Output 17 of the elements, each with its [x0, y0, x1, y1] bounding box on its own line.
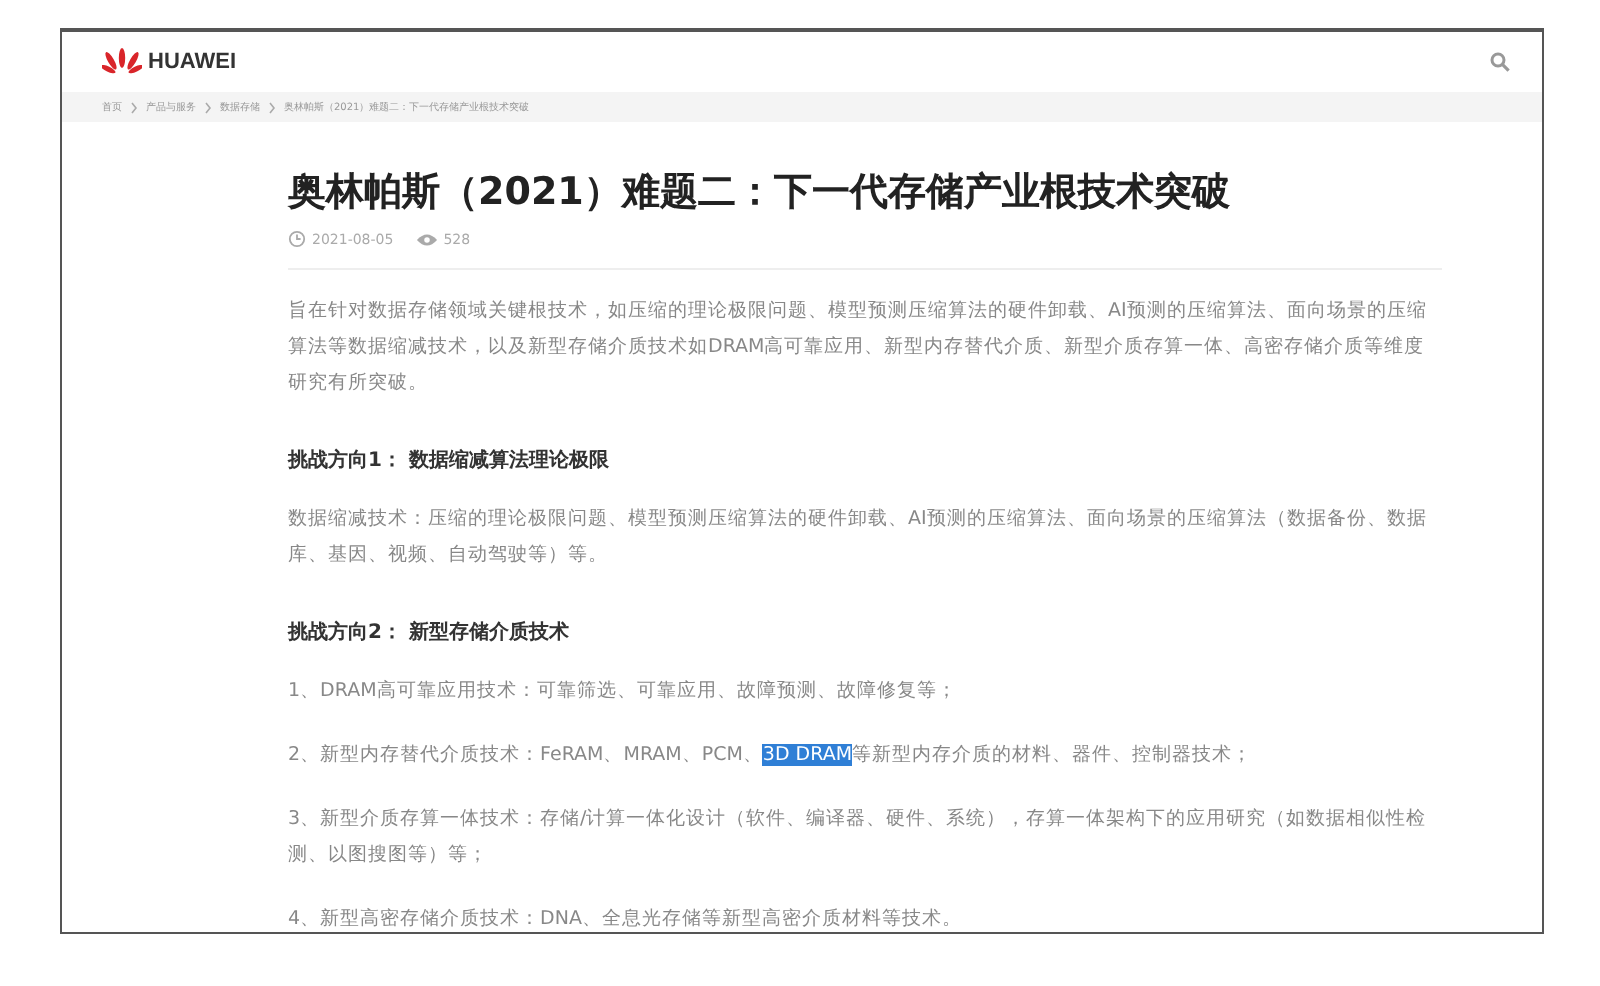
eye-icon	[415, 231, 438, 247]
paragraph: 3、新型介质存算一体技术：存储/计算一体化设计（软件、编译器、硬件、系统），存算一体架构下的应用研究（如数据相似性检测、以图搜图等）等；	[288, 806, 1429, 870]
clock-icon	[288, 230, 306, 248]
section-heading: 挑战方向1： 数据缩减算法理论极限	[288, 446, 611, 474]
flower-logo-icon	[102, 48, 142, 76]
paragraph: 2、新型内存替代介质技术：FeRAM、MRAM、PCM、3D DRAM等新型内存介质的材料、器件、控制器技术；	[288, 742, 1255, 770]
search-icon[interactable]	[1490, 52, 1510, 72]
chevron-icon	[130, 101, 138, 113]
chevron-icon	[204, 101, 212, 113]
article-title: 奥林帕斯（2021）难题二：下一代存储产业根技术突破	[288, 168, 1232, 218]
intro-paragraph: 旨在针对数据存储领域关键根技术，如压缩的理论极限问题、模型预测压缩算法的硬件卸载、AI预测的压缩算法、面向场景的压缩算法等数据缩减技术，以及新型存储介质技术如DRAM高可靠应用、新型内存替代介质、新型介质存算一体、高密存储介质等维度研究有所突破。	[288, 298, 1429, 398]
chevron-icon	[268, 101, 276, 113]
section-heading: 挑战方向2： 新型存储介质技术	[288, 618, 571, 646]
paragraph: 1、DRAM高可靠应用技术：可靠筛选、可靠应用、故障预测、故障修复等；	[288, 678, 959, 706]
paragraph: 数据缩减技术：压缩的理论极限问题、模型预测压缩算法的硬件卸载、AI预测的压缩算法、面向场景的压缩算法（数据备份、数据库、基因、视频、自动驾驶等）等。	[288, 506, 1429, 570]
paragraph: 4、新型高密存储介质技术：DNA、全息光存储等新型高密介质材料等技术。	[288, 906, 964, 932]
brand-name[interactable]: HUAWEI	[148, 50, 236, 74]
